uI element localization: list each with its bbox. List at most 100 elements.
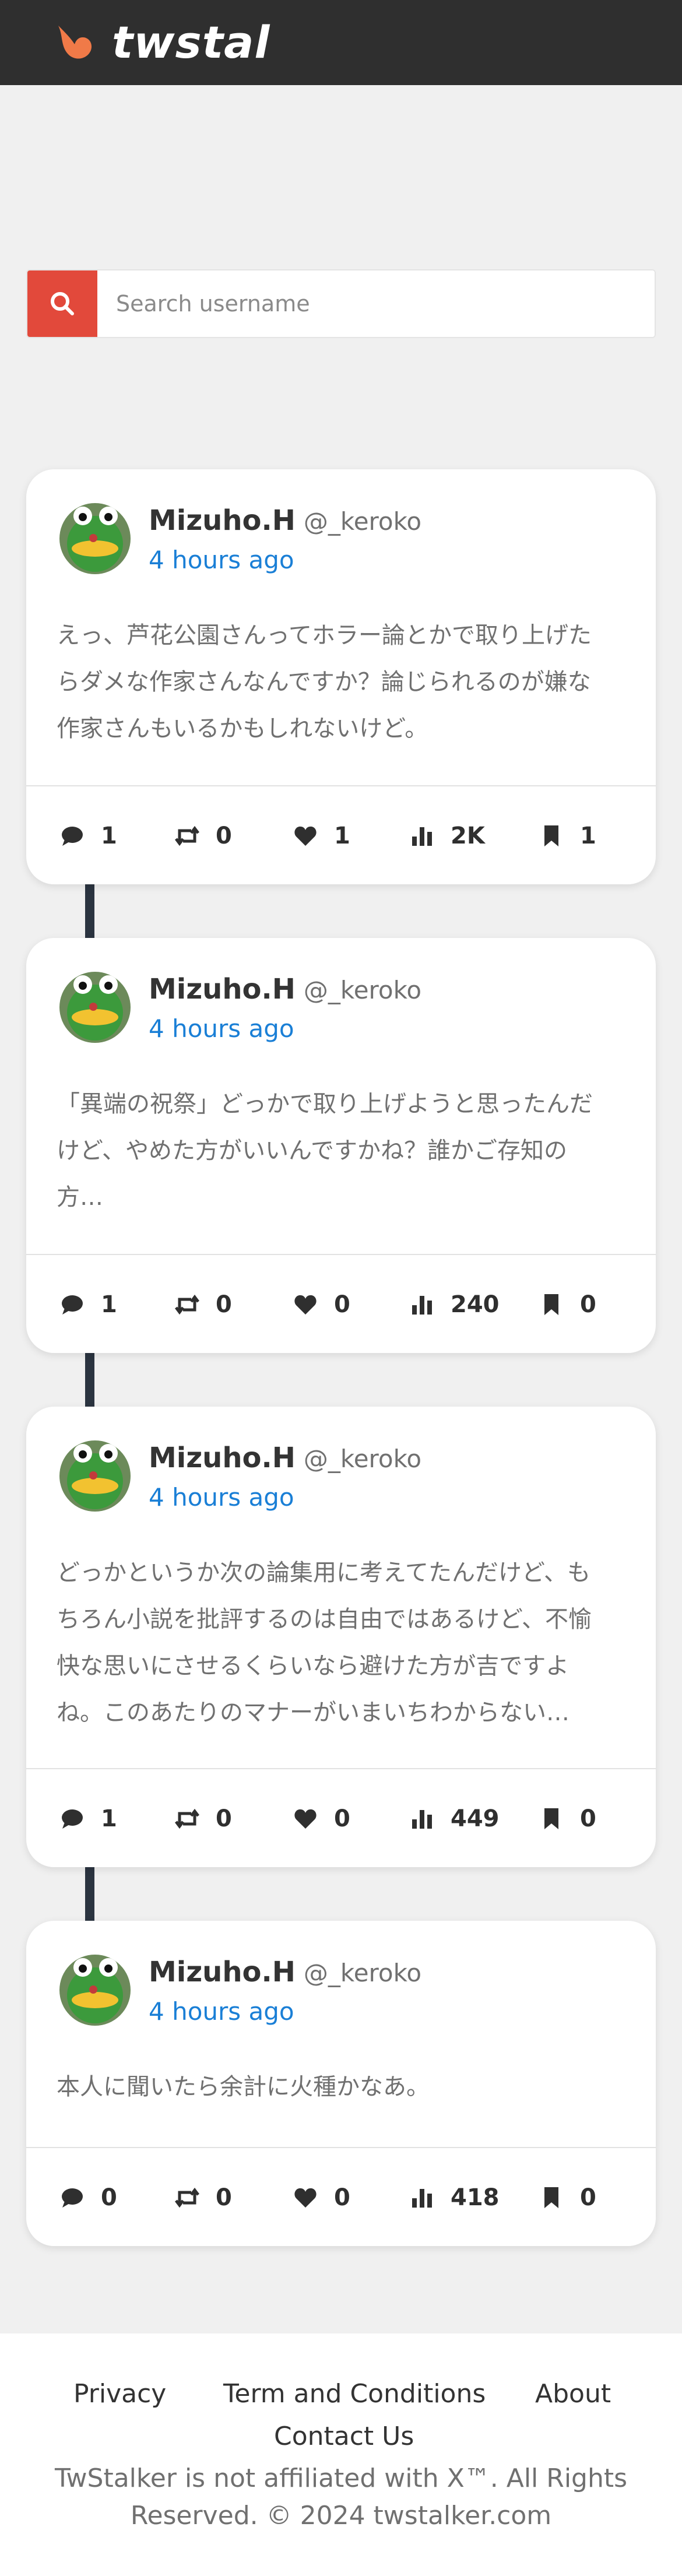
- tweet-text: どっかというか次の論集用に考えてたんだけど、も ちろん小説を批評するのは自由では…: [57, 1549, 639, 1736]
- author-handle[interactable]: @_keroko: [304, 976, 421, 1004]
- avatar[interactable]: [59, 972, 131, 1043]
- tweet-text-line: らダメな作家さんなんですか？論じられるのが嫌な: [57, 669, 591, 695]
- view-count[interactable]: 449: [410, 1769, 500, 1867]
- footer-copyright-line: Reserved. © 2024 twstalker.com: [130, 2501, 552, 2531]
- like-count[interactable]: 0: [293, 2148, 350, 2246]
- avatar[interactable]: [59, 1440, 131, 1512]
- brand-logo-text[interactable]: twstalker: [112, 16, 270, 69]
- heart-icon: [294, 826, 317, 846]
- reply-count[interactable]: 1: [60, 1769, 117, 1867]
- tweet-text: 本人に聞いたら余計に火種かなあ。: [57, 2064, 639, 2110]
- footer-link-about[interactable]: About: [535, 2377, 611, 2412]
- bookmark-count[interactable]: 0: [539, 2148, 596, 2246]
- avatar[interactable]: [59, 1955, 131, 2026]
- bookmark-icon: [544, 2187, 558, 2208]
- tweet-text-line: ちろん小説を批評するのは自由ではあるけど、不愉: [57, 1606, 592, 1633]
- heart-icon: [294, 2188, 317, 2208]
- tweet-text-line: ね。このあたりのマナーがいまいちわからない…: [57, 1699, 569, 1726]
- author-name[interactable]: Mizuho.H @_keroko: [149, 972, 421, 1008]
- retweet-count[interactable]: 0: [175, 786, 232, 884]
- tweet-text-line: えっ、芦花公園さんってホラー論とかで取り上げた: [57, 622, 592, 649]
- bookmark-count[interactable]: 0: [539, 1769, 596, 1867]
- post-time[interactable]: 4 hours ago: [149, 544, 294, 577]
- avatar[interactable]: [59, 503, 131, 574]
- tweet-card[interactable]: Mizuho.H @_keroko 4 hours ago 本人に聞いたら余計に火…: [26, 1921, 656, 2246]
- heart-icon: [294, 1809, 317, 1829]
- retweet-count[interactable]: 0: [175, 1255, 232, 1353]
- search-button[interactable]: [27, 270, 97, 337]
- tweet-card[interactable]: Mizuho.H @_keroko 4 hours ago どっかというか次の論集…: [26, 1407, 656, 1867]
- tweet-stats: 1 0 0 449 0: [26, 1769, 656, 1867]
- avatar-image: [59, 972, 131, 1043]
- search-input[interactable]: [97, 270, 655, 337]
- avatar-image: [59, 1440, 131, 1512]
- views-icon: [412, 827, 432, 846]
- retweet-count[interactable]: 0: [175, 2148, 232, 2246]
- tweet-text-line: 本人に聞いたら余計に火種かなあ。: [57, 2074, 430, 2100]
- view-count[interactable]: 418: [410, 2148, 500, 2246]
- views-icon: [412, 1296, 432, 1315]
- thread-connector: [85, 880, 94, 939]
- logo-icon[interactable]: [52, 21, 96, 64]
- tweet-text-line: 「異端の祝祭」どっかで取り上げようと思ったんだ: [57, 1091, 593, 1117]
- tweet-text-line: 快な思いにさせるくらいなら避けた方が吉ですよ: [57, 1653, 569, 1679]
- post-time[interactable]: 4 hours ago: [149, 1995, 294, 2028]
- tweet-text: えっ、芦花公園さんってホラー論とかで取り上げた らダメな作家さんなんですか？論じ…: [57, 612, 639, 752]
- tweet-text-line: 方…: [57, 1184, 103, 1211]
- tweet-text: 「異端の祝祭」どっかで取り上げようと思ったんだ けど、やめた方がいいんですかね？…: [57, 1081, 639, 1221]
- top-bar: twstalker: [0, 0, 682, 85]
- retweet-icon: [175, 1808, 199, 1829]
- views-icon: [412, 1810, 432, 1829]
- retweet-icon: [175, 2187, 199, 2208]
- author-name[interactable]: Mizuho.H @_keroko: [149, 1955, 421, 1991]
- bookmark-count[interactable]: 0: [539, 1255, 596, 1353]
- author-handle[interactable]: @_keroko: [304, 1959, 421, 1987]
- tweet-stats: 1 0 0 240 0: [26, 1255, 656, 1353]
- reply-count[interactable]: 1: [60, 786, 117, 884]
- reply-count[interactable]: 0: [60, 2148, 117, 2246]
- tweet-text-line: どっかというか次の論集用に考えてたんだけど、も: [57, 1559, 590, 1586]
- views-icon: [412, 2189, 432, 2208]
- post-time[interactable]: 4 hours ago: [149, 1481, 294, 1514]
- bookmark-icon: [544, 1294, 558, 1315]
- bookmark-icon: [544, 825, 558, 846]
- footer-copyright: TwStalker is not affiliated with X™. All…: [0, 2460, 682, 2535]
- retweet-icon: [175, 1294, 199, 1315]
- post-time[interactable]: 4 hours ago: [149, 1013, 294, 1045]
- author-handle[interactable]: @_keroko: [304, 507, 421, 536]
- footer-link-terms[interactable]: Term and Conditions: [223, 2377, 486, 2412]
- tweet-card[interactable]: Mizuho.H @_keroko 4 hours ago 「異端の祝祭」どっかで…: [26, 938, 656, 1353]
- view-count[interactable]: 2K: [410, 786, 485, 884]
- comment-icon: [62, 1295, 83, 1315]
- tweet-text-line: けど、やめた方がいいんですかね？誰かご存知の: [57, 1137, 567, 1164]
- heart-icon: [294, 1295, 317, 1315]
- author-name[interactable]: Mizuho.H @_keroko: [149, 503, 421, 539]
- comment-icon: [62, 827, 83, 846]
- reply-count[interactable]: 1: [60, 1255, 117, 1353]
- avatar-image: [59, 1955, 131, 2026]
- bookmark-icon: [544, 1808, 558, 1829]
- footer: [0, 2333, 682, 2576]
- comment-icon: [62, 1809, 83, 1829]
- thread-connector: [85, 1349, 94, 1407]
- tweet-card[interactable]: Mizuho.H @_keroko 4 hours ago えっ、芦花公園さんって…: [26, 469, 656, 884]
- tweet-stats: 1 0 1 2K 1: [26, 786, 656, 884]
- comment-icon: [62, 2188, 83, 2208]
- thread-connector: [85, 1863, 94, 1921]
- bookmark-count[interactable]: 1: [539, 786, 596, 884]
- retweet-count[interactable]: 0: [175, 1769, 232, 1867]
- search-icon: [51, 292, 74, 315]
- like-count[interactable]: 1: [293, 786, 350, 884]
- view-count[interactable]: 240: [410, 1255, 500, 1353]
- author-handle[interactable]: @_keroko: [304, 1445, 421, 1473]
- footer-link-privacy[interactable]: Privacy: [73, 2377, 166, 2412]
- author-name[interactable]: Mizuho.H @_keroko: [149, 1440, 421, 1477]
- retweet-icon: [175, 825, 199, 846]
- like-count[interactable]: 0: [293, 1769, 350, 1867]
- tweet-text-line: 作家さんもいるかもしれないけど。: [57, 715, 428, 742]
- footer-link-contact[interactable]: Contact Us: [274, 2419, 414, 2454]
- footer-copyright-line: TwStalker is not affiliated with X™. All…: [54, 2463, 628, 2493]
- tweet-stats: 0 0 0 418 0: [26, 2148, 656, 2246]
- avatar-image: [59, 503, 131, 574]
- like-count[interactable]: 0: [293, 1255, 350, 1353]
